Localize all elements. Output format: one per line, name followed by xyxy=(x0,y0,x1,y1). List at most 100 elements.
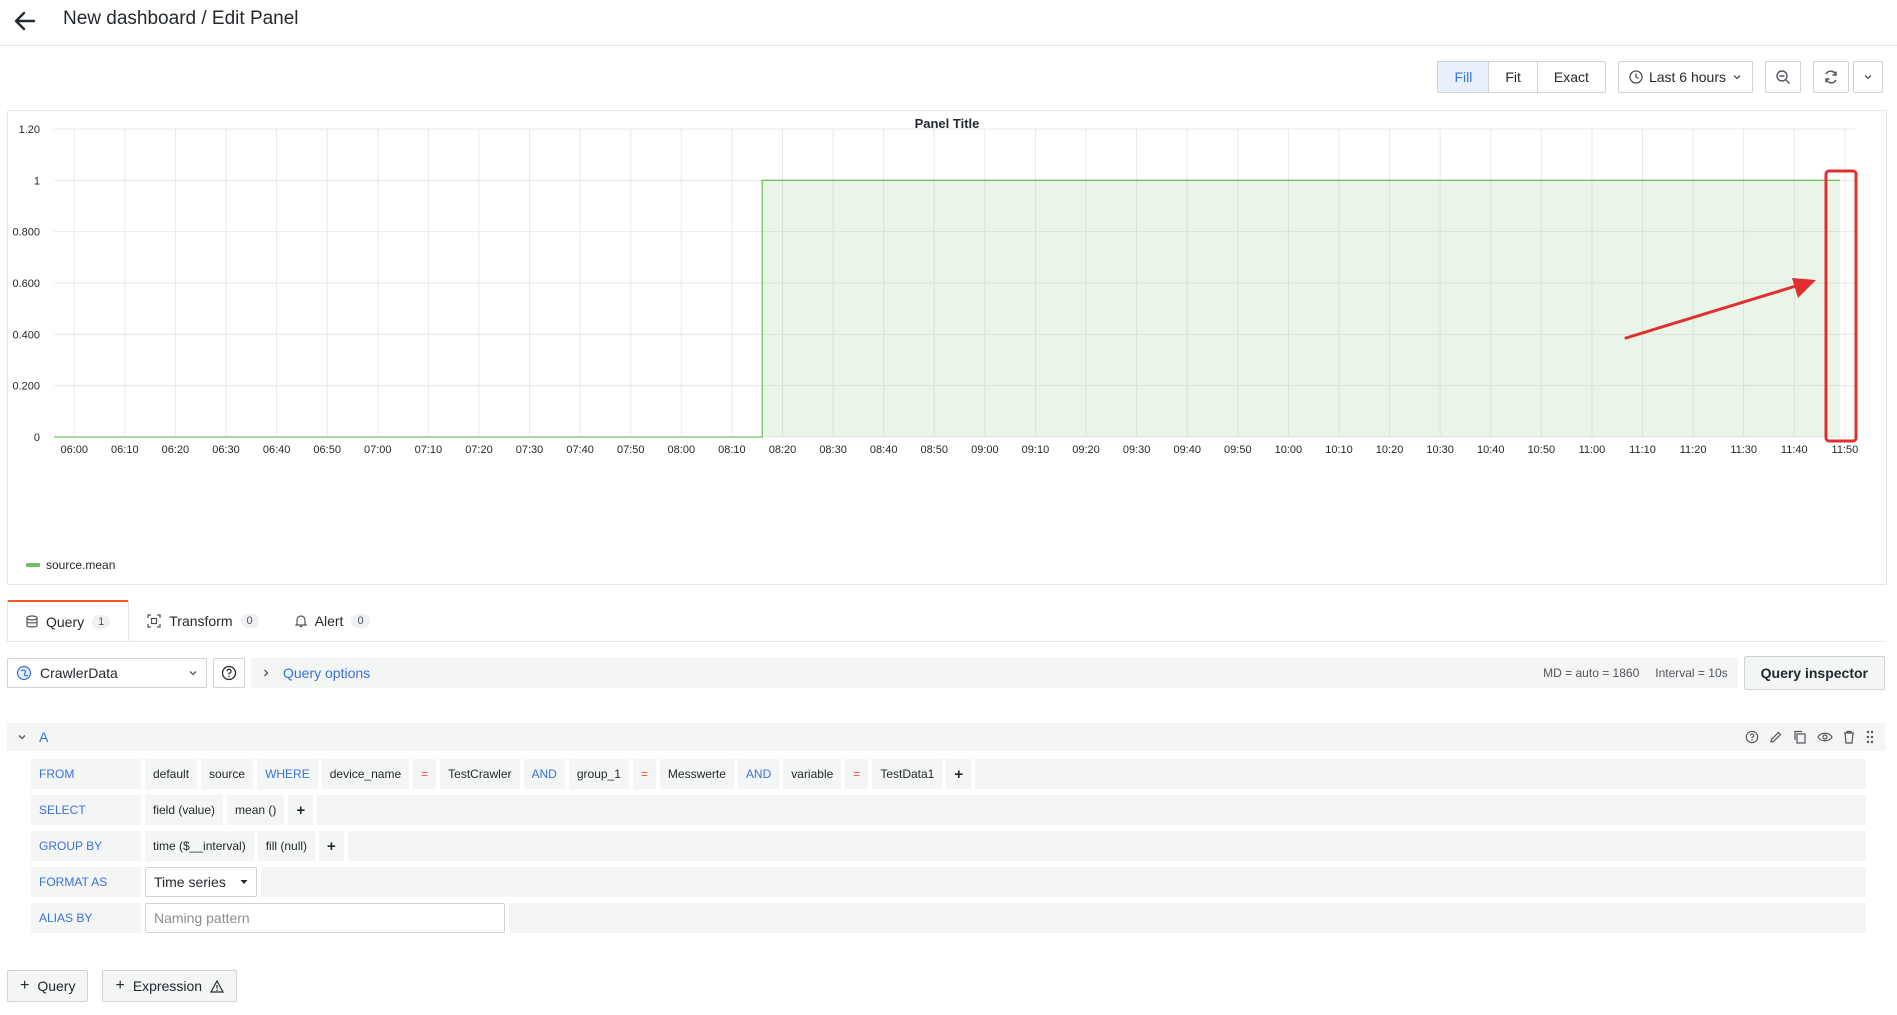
chevron-down-icon xyxy=(1864,75,1872,80)
from-segment[interactable]: AND xyxy=(737,759,780,789)
chevron-right-icon xyxy=(264,669,269,677)
question-circle-icon[interactable] xyxy=(1745,730,1759,744)
copy-icon[interactable] xyxy=(1793,730,1807,744)
tab-transform[interactable]: Transform 0 xyxy=(129,600,276,642)
datasource-picker[interactable]: CrawlerData xyxy=(7,658,207,688)
y-tick-label: 0 xyxy=(34,432,40,444)
series-area xyxy=(54,180,1840,437)
plus-icon: + xyxy=(20,977,30,994)
graph-panel: Panel Title 0 0.200 0.400 0.600 0.800 1 1.20 06… xyxy=(7,110,1887,585)
page-title: New dashboard / Edit Panel xyxy=(63,8,299,29)
x-tick-label: 07:20 xyxy=(465,444,493,456)
fill-mode-button[interactable]: Fill xyxy=(1438,62,1489,92)
from-row: FROM default source WHERE device_name = TestC… xyxy=(31,759,1866,789)
from-add-button[interactable]: + xyxy=(946,759,972,789)
exact-mode-button[interactable]: Exact xyxy=(1536,62,1605,92)
from-segment[interactable]: = xyxy=(632,759,656,789)
add-expression-button[interactable]: + Expression xyxy=(102,970,238,1002)
query-options-row: CrawlerData Query options MD = auto = 18… xyxy=(7,656,1885,690)
group-by-row: GROUP BY time ($__interval) fill (null) + xyxy=(31,831,1866,861)
query-ref-id[interactable]: A xyxy=(39,729,48,745)
zoom-out-button[interactable] xyxy=(1765,61,1801,93)
database-icon xyxy=(26,615,38,628)
from-segment[interactable]: group_1 xyxy=(568,759,629,789)
refresh-button[interactable] xyxy=(1813,61,1849,93)
chevron-down-icon[interactable] xyxy=(17,732,27,742)
from-segment[interactable]: Messwerte xyxy=(659,759,734,789)
datasource-help-button[interactable] xyxy=(213,658,245,688)
from-label: FROM xyxy=(31,759,141,789)
y-tick-label: 0.600 xyxy=(12,278,40,290)
group-by-segment[interactable]: time ($__interval) xyxy=(145,831,254,861)
clock-icon xyxy=(1629,70,1643,84)
alias-by-row: ALIAS BY xyxy=(31,903,1866,933)
refresh-group xyxy=(1813,61,1883,93)
from-segment[interactable]: source xyxy=(201,759,254,789)
format-as-row: FORMAT AS Time series xyxy=(31,867,1866,897)
row-filler xyxy=(317,795,1866,825)
from-segment[interactable]: TestCrawler xyxy=(440,759,520,789)
zoom-out-icon xyxy=(1776,70,1790,84)
max-data-points-text: MD = auto = 1860 xyxy=(1543,666,1640,680)
time-series-chart[interactable]: 0 0.200 0.400 0.600 0.800 1 1.20 06:00 06:10 06:2… xyxy=(8,111,1886,584)
drag-handle-icon[interactable] xyxy=(1865,730,1875,744)
select-segment[interactable]: field (value) xyxy=(145,795,224,825)
x-tick-label: 07:10 xyxy=(415,444,443,456)
panel-toolbar: Fill Fit Exact Last 6 hours xyxy=(1437,61,1883,93)
eye-icon[interactable] xyxy=(1817,730,1833,744)
fit-mode-button[interactable]: Fit xyxy=(1488,62,1537,92)
select-segment[interactable]: mean () xyxy=(227,795,285,825)
add-buttons: + Query + Expression xyxy=(7,970,238,1002)
pencil-icon[interactable] xyxy=(1769,730,1783,744)
format-as-select[interactable]: Time series xyxy=(145,867,257,897)
legend-label: source.mean xyxy=(46,558,116,572)
x-tick-label: 06:20 xyxy=(162,444,190,456)
from-segments: default source WHERE device_name = TestCrawle… xyxy=(145,759,972,789)
tab-alert-label: Alert xyxy=(314,613,344,629)
x-tick-label: 09:10 xyxy=(1022,444,1050,456)
tab-query[interactable]: Query 1 xyxy=(7,600,130,642)
refresh-interval-dropdown[interactable] xyxy=(1853,61,1883,93)
display-mode-group: Fill Fit Exact xyxy=(1437,61,1606,93)
query-a-header[interactable]: A xyxy=(7,723,1885,751)
from-segment[interactable]: default xyxy=(145,759,198,789)
x-tick-label: 08:50 xyxy=(920,444,948,456)
time-range-picker[interactable]: Last 6 hours xyxy=(1617,61,1753,93)
format-as-value: Time series xyxy=(154,874,226,890)
trash-icon[interactable] xyxy=(1843,730,1855,744)
x-tick-label: 09:20 xyxy=(1072,444,1100,456)
from-segment[interactable]: TestData1 xyxy=(872,759,943,789)
datasource-icon xyxy=(16,665,32,681)
x-tick-label: 09:50 xyxy=(1224,444,1252,456)
query-options-bar[interactable]: Query options MD = auto = 1860 Interval … xyxy=(251,658,1738,688)
add-query-button[interactable]: + Query xyxy=(7,970,89,1002)
bell-icon xyxy=(294,615,307,628)
y-tick-label: 1 xyxy=(34,175,40,187)
from-segment[interactable]: = xyxy=(845,759,869,789)
select-segments: field (value) mean () + xyxy=(145,795,314,825)
chart-legend[interactable]: source.mean xyxy=(26,558,115,572)
from-segment[interactable]: AND xyxy=(523,759,565,789)
group-by-add-button[interactable]: + xyxy=(319,831,344,861)
from-segment[interactable]: variable xyxy=(783,759,842,789)
row-filler xyxy=(347,831,1866,861)
tab-query-label: Query xyxy=(46,614,85,630)
x-tick-label: 10:50 xyxy=(1528,444,1556,456)
from-segment[interactable]: = xyxy=(413,759,437,789)
query-inspector-button[interactable]: Query inspector xyxy=(1743,656,1885,690)
x-tick-label: 06:50 xyxy=(313,444,341,456)
alias-by-input[interactable] xyxy=(145,903,505,933)
row-filler xyxy=(261,867,1866,897)
from-segment[interactable]: WHERE xyxy=(257,759,318,789)
select-add-button[interactable]: + xyxy=(288,795,314,825)
chevron-down-icon xyxy=(1733,75,1741,80)
add-query-label: Query xyxy=(37,978,76,994)
from-segment[interactable]: device_name xyxy=(321,759,410,789)
group-by-segments: time ($__interval) fill (null) + xyxy=(145,831,344,861)
warning-icon xyxy=(210,979,225,993)
group-by-label: GROUP BY xyxy=(31,831,141,861)
group-by-segment[interactable]: fill (null) xyxy=(257,831,316,861)
x-tick-label: 10:40 xyxy=(1477,444,1505,456)
tab-alert[interactable]: Alert 0 xyxy=(277,600,388,642)
back-arrow-icon[interactable] xyxy=(12,8,38,34)
